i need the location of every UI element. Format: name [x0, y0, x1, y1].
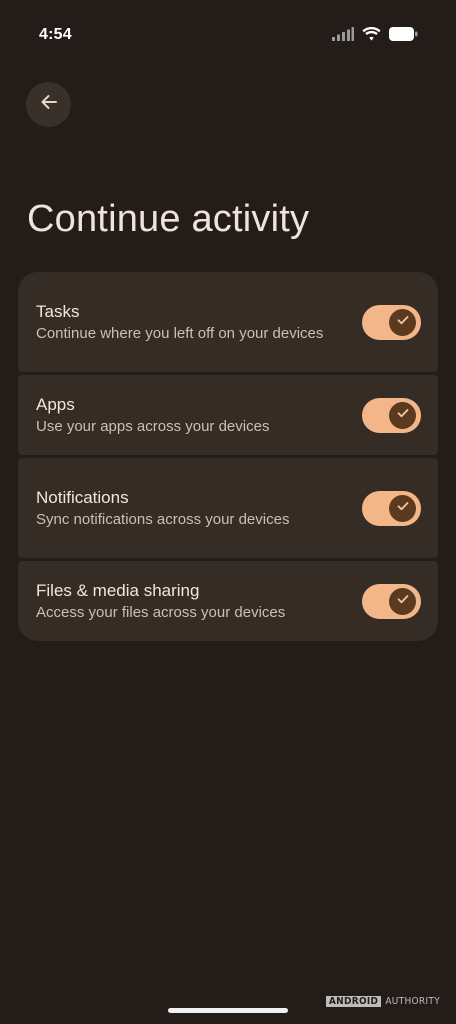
setting-text: Tasks Continue where you left off on you…: [36, 301, 336, 344]
status-bar: 4:54: [0, 0, 456, 72]
notifications-toggle[interactable]: [362, 490, 421, 526]
watermark: ANDROID AUTHORITY: [325, 996, 440, 1007]
setting-text: Notifications Sync notifications across …: [36, 487, 336, 530]
setting-title: Apps: [36, 394, 75, 414]
setting-title: Files & media sharing: [36, 580, 200, 600]
check-icon: [396, 592, 410, 611]
setting-text: Apps Use your apps across your devices: [36, 394, 336, 437]
setting-row-tasks[interactable]: Tasks Continue where you left off on you…: [18, 272, 438, 372]
setting-description: Use your apps across your devices: [36, 417, 270, 435]
setting-title: Notifications: [36, 487, 129, 507]
signal-icon: [332, 26, 354, 46]
setting-row-notifications[interactable]: Notifications Sync notifications across …: [18, 458, 438, 558]
setting-title: Tasks: [36, 301, 80, 321]
arrow-left-icon: [39, 92, 59, 117]
toggle-thumb: [389, 587, 416, 615]
toggle-thumb: [389, 401, 416, 429]
setting-description: Continue where you left off on your devi…: [36, 324, 324, 342]
check-icon: [396, 406, 410, 425]
check-icon: [396, 499, 410, 518]
setting-text: Files & media sharing Access your files …: [36, 580, 336, 623]
wifi-icon: [362, 26, 381, 46]
setting-row-apps[interactable]: Apps Use your apps across your devices: [18, 375, 438, 455]
toggle-thumb: [389, 494, 416, 522]
status-icons: [332, 26, 418, 46]
watermark-brand-a: ANDROID: [325, 996, 382, 1007]
tasks-toggle[interactable]: [362, 304, 421, 340]
setting-description: Sync notifications across your devices: [36, 510, 290, 528]
setting-description: Access your files across your devices: [36, 603, 286, 621]
toggle-thumb: [389, 308, 416, 336]
back-button[interactable]: [26, 82, 71, 127]
watermark-brand-b: AUTHORITY: [385, 996, 440, 1007]
page-title: Continue activity: [27, 198, 310, 240]
check-icon: [396, 313, 410, 332]
setting-row-files-media-sharing[interactable]: Files & media sharing Access your files …: [18, 561, 438, 641]
apps-toggle[interactable]: [362, 397, 421, 433]
settings-list: Tasks Continue where you left off on you…: [18, 272, 438, 641]
status-time: 4:54: [39, 26, 72, 43]
battery-icon: [389, 26, 418, 46]
files-media-sharing-toggle[interactable]: [362, 583, 421, 619]
home-indicator[interactable]: [168, 1008, 288, 1013]
